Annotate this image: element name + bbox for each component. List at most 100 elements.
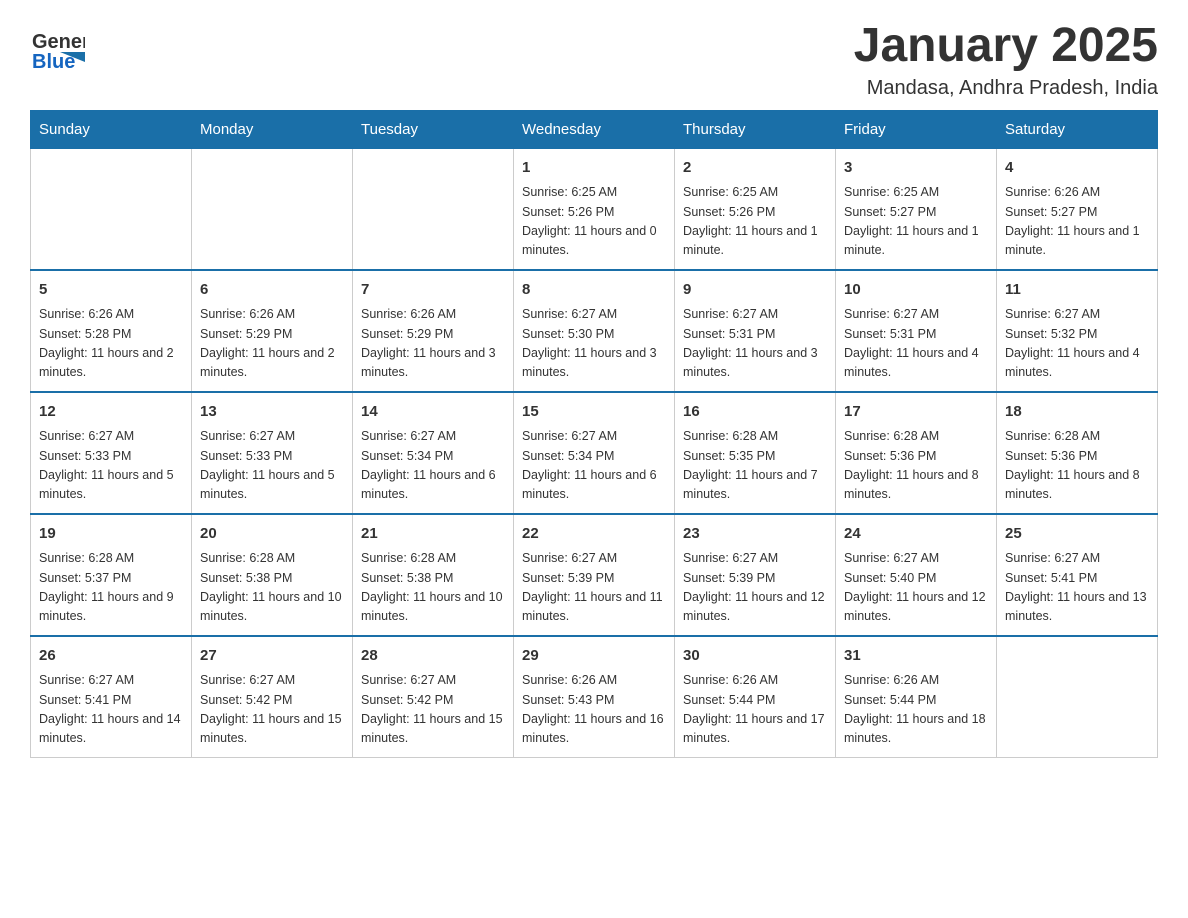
day-info: Sunrise: 6:27 AM Sunset: 5:34 PM Dayligh… (361, 427, 505, 505)
svg-text:Blue: Blue (32, 51, 75, 73)
day-number: 5 (39, 279, 183, 302)
day-number: 27 (200, 645, 344, 668)
calendar-cell: 7 Sunrise: 6:26 AM Sunset: 5:29 PM Daylig… (353, 270, 514, 392)
calendar-cell: 20 Sunrise: 6:28 AM Sunset: 5:38 PM Dayli… (192, 514, 353, 636)
header: General Blue January 2025 Mandasa, Andhr… (30, 20, 1158, 100)
calendar-cell: 6Sunrise: 6:26 AM Sunset: 5:29 PM Daylig… (192, 270, 353, 392)
day-header-wednesday: Wednesday (514, 110, 675, 148)
day-number: 12 (39, 401, 183, 424)
calendar-cell: 31 Sunrise: 6:26 AM Sunset: 5:44 PM Dayli… (836, 636, 997, 758)
day-number: 7 (361, 279, 505, 302)
day-number: 3 (844, 157, 988, 180)
day-number: 25 (1005, 523, 1149, 546)
day-info: Sunrise: 6:26 AM Sunset: 5:28 PM Dayligh… (39, 305, 183, 383)
day-number: 16 (683, 401, 827, 424)
day-info: Sunrise: 6:28 AM Sunset: 5:38 PM Dayligh… (361, 549, 505, 627)
day-info: Sunrise: 6:27 AM Sunset: 5:31 PM Dayligh… (844, 305, 988, 383)
day-number: 17 (844, 401, 988, 424)
day-number: 13 (200, 401, 344, 424)
day-number: 19 (39, 523, 183, 546)
day-info: Sunrise: 6:27 AM Sunset: 5:31 PM Dayligh… (683, 305, 827, 383)
day-info: Sunrise: 6:28 AM Sunset: 5:36 PM Dayligh… (1005, 427, 1149, 505)
day-number: 9 (683, 279, 827, 302)
week-row-3: 12 Sunrise: 6:27 AM Sunset: 5:33 PM Dayli… (31, 392, 1158, 514)
day-number: 20 (200, 523, 344, 546)
day-header-saturday: Saturday (997, 110, 1158, 148)
day-number: 14 (361, 401, 505, 424)
day-info: Sunrise: 6:25 AM Sunset: 5:27 PM Dayligh… (844, 183, 988, 261)
svg-text:General: General (32, 31, 85, 53)
calendar-cell: 5 Sunrise: 6:26 AM Sunset: 5:28 PM Daylig… (31, 270, 192, 392)
calendar-cell (31, 148, 192, 270)
day-info: Sunrise: 6:26 AM Sunset: 5:29 PM Dayligh… (361, 305, 505, 383)
day-info: Sunrise: 6:26 AM Sunset: 5:44 PM Dayligh… (683, 671, 827, 749)
day-number: 6 (200, 279, 344, 302)
calendar-cell (997, 636, 1158, 758)
day-info: Sunrise: 6:28 AM Sunset: 5:37 PM Dayligh… (39, 549, 183, 627)
day-info: Sunrise: 6:27 AM Sunset: 5:34 PM Dayligh… (522, 427, 666, 505)
calendar-cell: 30 Sunrise: 6:26 AM Sunset: 5:44 PM Dayli… (675, 636, 836, 758)
calendar-cell: 9 Sunrise: 6:27 AM Sunset: 5:31 PM Daylig… (675, 270, 836, 392)
day-info: Sunrise: 6:27 AM Sunset: 5:30 PM Dayligh… (522, 305, 666, 383)
day-number: 4 (1005, 157, 1149, 180)
calendar-cell: 21 Sunrise: 6:28 AM Sunset: 5:38 PM Dayli… (353, 514, 514, 636)
calendar-cell: 27 Sunrise: 6:27 AM Sunset: 5:42 PM Dayli… (192, 636, 353, 758)
day-info: Sunrise: 6:27 AM Sunset: 5:32 PM Dayligh… (1005, 305, 1149, 383)
day-number: 8 (522, 279, 666, 302)
day-info: Sunrise: 6:27 AM Sunset: 5:42 PM Dayligh… (200, 671, 344, 749)
calendar-cell: 15Sunrise: 6:27 AM Sunset: 5:34 PM Dayli… (514, 392, 675, 514)
day-header-monday: Monday (192, 110, 353, 148)
day-number: 10 (844, 279, 988, 302)
calendar-cell: 22Sunrise: 6:27 AM Sunset: 5:39 PM Dayli… (514, 514, 675, 636)
day-number: 24 (844, 523, 988, 546)
week-row-1: 1 Sunrise: 6:25 AM Sunset: 5:26 PM Daylig… (31, 148, 1158, 270)
calendar-cell: 10 Sunrise: 6:27 AM Sunset: 5:31 PM Dayli… (836, 270, 997, 392)
week-row-4: 19 Sunrise: 6:28 AM Sunset: 5:37 PM Dayli… (31, 514, 1158, 636)
calendar-cell: 3 Sunrise: 6:25 AM Sunset: 5:27 PM Daylig… (836, 148, 997, 270)
header-row: SundayMondayTuesdayWednesdayThursdayFrid… (31, 110, 1158, 148)
day-header-tuesday: Tuesday (353, 110, 514, 148)
calendar-cell: 19 Sunrise: 6:28 AM Sunset: 5:37 PM Dayli… (31, 514, 192, 636)
calendar-cell (353, 148, 514, 270)
day-number: 21 (361, 523, 505, 546)
day-info: Sunrise: 6:27 AM Sunset: 5:40 PM Dayligh… (844, 549, 988, 627)
day-header-sunday: Sunday (31, 110, 192, 148)
day-info: Sunrise: 6:25 AM Sunset: 5:26 PM Dayligh… (522, 183, 666, 261)
day-info: Sunrise: 6:28 AM Sunset: 5:36 PM Dayligh… (844, 427, 988, 505)
day-number: 1 (522, 157, 666, 180)
day-info: Sunrise: 6:28 AM Sunset: 5:38 PM Dayligh… (200, 549, 344, 627)
calendar-cell: 13 Sunrise: 6:27 AM Sunset: 5:33 PM Dayli… (192, 392, 353, 514)
day-info: Sunrise: 6:26 AM Sunset: 5:43 PM Dayligh… (522, 671, 666, 749)
calendar-cell: 8 Sunrise: 6:27 AM Sunset: 5:30 PM Daylig… (514, 270, 675, 392)
day-info: Sunrise: 6:27 AM Sunset: 5:39 PM Dayligh… (522, 549, 666, 627)
title-area: January 2025 Mandasa, Andhra Pradesh, In… (854, 20, 1158, 100)
calendar-cell: 26Sunrise: 6:27 AM Sunset: 5:41 PM Dayli… (31, 636, 192, 758)
calendar-cell: 29 Sunrise: 6:26 AM Sunset: 5:43 PM Dayli… (514, 636, 675, 758)
day-info: Sunrise: 6:27 AM Sunset: 5:39 PM Dayligh… (683, 549, 827, 627)
calendar-cell: 28 Sunrise: 6:27 AM Sunset: 5:42 PM Dayli… (353, 636, 514, 758)
calendar-cell: 4Sunrise: 6:26 AM Sunset: 5:27 PM Daylig… (997, 148, 1158, 270)
calendar-cell: 1 Sunrise: 6:25 AM Sunset: 5:26 PM Daylig… (514, 148, 675, 270)
day-number: 2 (683, 157, 827, 180)
calendar-cell: 25 Sunrise: 6:27 AM Sunset: 5:41 PM Dayli… (997, 514, 1158, 636)
day-header-friday: Friday (836, 110, 997, 148)
day-number: 31 (844, 645, 988, 668)
day-info: Sunrise: 6:27 AM Sunset: 5:42 PM Dayligh… (361, 671, 505, 749)
week-row-2: 5 Sunrise: 6:26 AM Sunset: 5:28 PM Daylig… (31, 270, 1158, 392)
day-number: 26 (39, 645, 183, 668)
calendar-cell: 24 Sunrise: 6:27 AM Sunset: 5:40 PM Dayli… (836, 514, 997, 636)
day-info: Sunrise: 6:26 AM Sunset: 5:44 PM Dayligh… (844, 671, 988, 749)
calendar-cell (192, 148, 353, 270)
calendar-cell: 23 Sunrise: 6:27 AM Sunset: 5:39 PM Dayli… (675, 514, 836, 636)
day-number: 29 (522, 645, 666, 668)
day-info: Sunrise: 6:27 AM Sunset: 5:33 PM Dayligh… (39, 427, 183, 505)
calendar-cell: 11Sunrise: 6:27 AM Sunset: 5:32 PM Dayli… (997, 270, 1158, 392)
day-info: Sunrise: 6:27 AM Sunset: 5:33 PM Dayligh… (200, 427, 344, 505)
logo: General Blue (30, 20, 85, 80)
day-number: 23 (683, 523, 827, 546)
day-number: 28 (361, 645, 505, 668)
day-info: Sunrise: 6:27 AM Sunset: 5:41 PM Dayligh… (1005, 549, 1149, 627)
calendar-cell: 12 Sunrise: 6:27 AM Sunset: 5:33 PM Dayli… (31, 392, 192, 514)
week-row-5: 26Sunrise: 6:27 AM Sunset: 5:41 PM Dayli… (31, 636, 1158, 758)
day-number: 30 (683, 645, 827, 668)
